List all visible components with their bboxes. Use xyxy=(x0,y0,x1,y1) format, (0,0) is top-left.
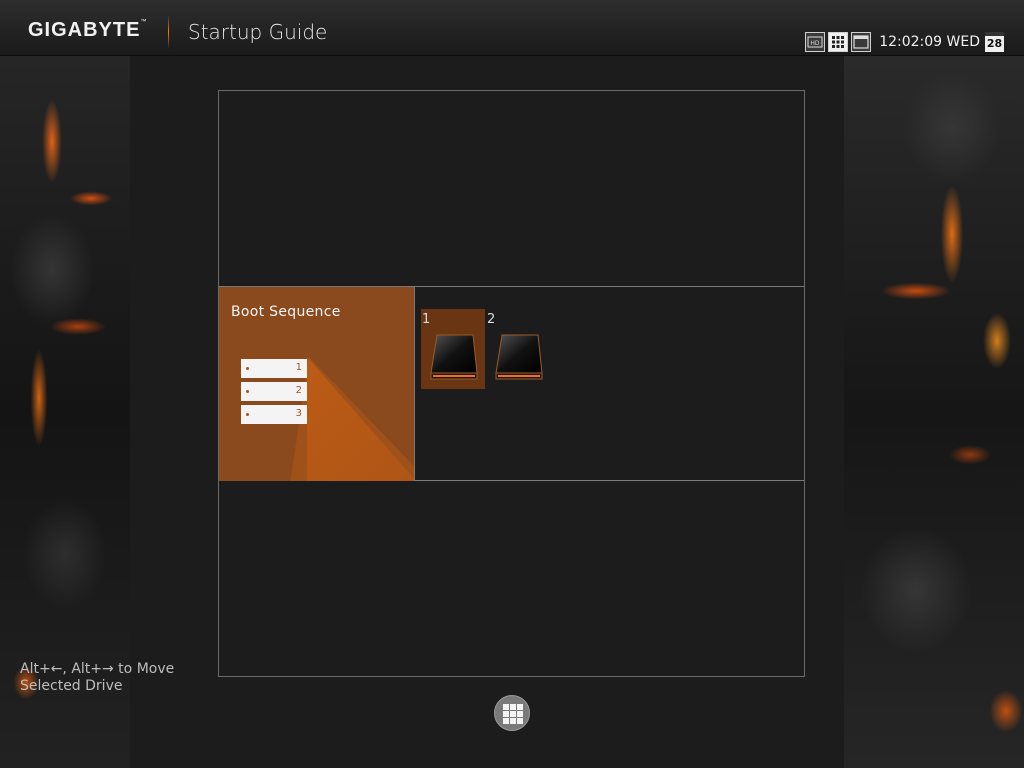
svg-text:HD: HD xyxy=(811,40,821,47)
drive-list: 1 2 xyxy=(421,309,551,389)
drive-number: 1 xyxy=(422,312,431,327)
calendar-icon[interactable]: 28 xyxy=(985,32,1004,52)
boot-sequence-row: Boot Sequence 1 2 3 1 2 xyxy=(219,286,804,481)
calendar-day: 28 xyxy=(986,37,1003,50)
boot-sequence-tile[interactable]: Boot Sequence 1 2 3 xyxy=(219,287,415,481)
boot-sequence-title: Boot Sequence xyxy=(231,304,341,320)
system-tray: HD 12:02:09 WED 28 xyxy=(805,31,1004,53)
drive-item-1[interactable]: 1 xyxy=(421,309,485,389)
boot-order-list-icon: 1 2 3 xyxy=(241,359,307,428)
hint-line-1: Alt+←, Alt+→ to Move xyxy=(20,661,175,677)
hint-line-2: Selected Drive xyxy=(20,678,123,694)
grid-view-icon[interactable] xyxy=(828,32,849,52)
boot-order-item: 2 xyxy=(241,382,307,401)
brand-logo: GIGABYTE™ xyxy=(28,19,148,41)
drive-icon xyxy=(495,334,543,380)
tile-shadow-decoration-2 xyxy=(307,357,414,481)
apps-grid-icon xyxy=(503,704,523,724)
boot-order-item: 3 xyxy=(241,405,307,424)
app-title: Startup Guide xyxy=(188,20,328,44)
drive-number: 2 xyxy=(487,312,496,327)
boot-order-item: 1 xyxy=(241,359,307,378)
lava-decoration-right xyxy=(844,56,1024,768)
drive-item-2[interactable]: 2 xyxy=(486,309,550,389)
keyboard-hint: Alt+←, Alt+→ to Move Selected Drive xyxy=(20,661,210,695)
window-view-icon[interactable] xyxy=(851,32,872,52)
apps-grid-button[interactable] xyxy=(494,695,530,731)
drive-icon xyxy=(430,334,478,380)
clock: 12:02:09 WED xyxy=(879,34,980,50)
header-divider xyxy=(168,15,169,49)
header-bar: GIGABYTE™ Startup Guide HD 12:02:09 WED … xyxy=(0,0,1024,56)
hd-icon[interactable]: HD xyxy=(805,32,826,52)
